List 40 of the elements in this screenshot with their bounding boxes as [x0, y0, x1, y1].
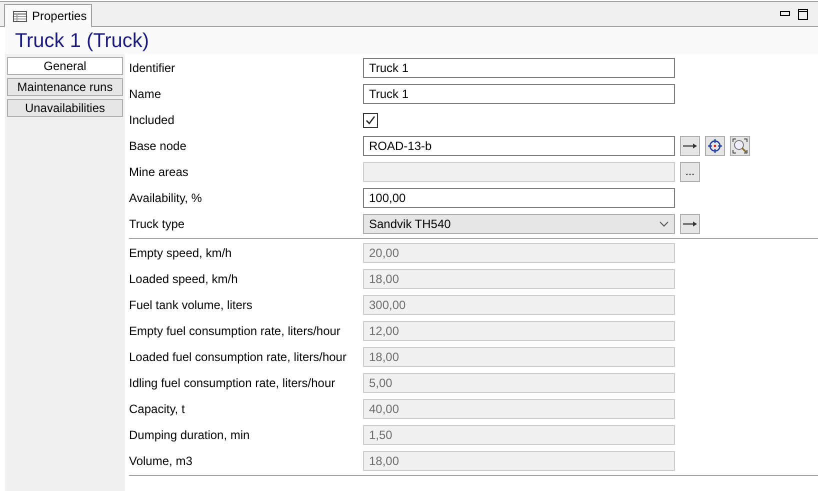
- zoom-extents-button[interactable]: [730, 136, 750, 156]
- minimize-icon[interactable]: [780, 11, 790, 17]
- crosshair-button[interactable]: [705, 136, 725, 156]
- field-label: Volume, m3: [129, 454, 194, 468]
- arrow-right-icon: [683, 143, 697, 149]
- field-label: Capacity, t: [129, 402, 186, 416]
- field-label: Identifier: [129, 61, 176, 75]
- field-label: Included: [129, 113, 176, 127]
- maximize-icon[interactable]: [798, 8, 808, 20]
- section-button[interactable]: Maintenance runs: [7, 78, 123, 96]
- field-label: Fuel tank volume, liters: [129, 298, 254, 312]
- field-label: Name: [129, 87, 162, 101]
- arrow-button[interactable]: [680, 214, 700, 234]
- input-field[interactable]: Truck 1: [363, 84, 675, 104]
- crosshair-icon: [707, 138, 723, 154]
- section-button[interactable]: Unavailabilities: [7, 99, 123, 117]
- field-label: Mine areas: [129, 165, 190, 179]
- section-button[interactable]: General: [7, 57, 123, 75]
- field-label: Loaded fuel consumption rate, liters/hour: [129, 350, 348, 364]
- object-title: Truck 1 (Truck): [15, 30, 150, 52]
- field-label: Empty fuel consumption rate, liters/hour: [129, 324, 342, 338]
- field-label: Availability, %: [129, 191, 203, 205]
- input-field[interactable]: 100,00: [363, 188, 675, 208]
- chevron-down-icon: [659, 221, 669, 227]
- field-label: Idling fuel consumption rate, liters/hour: [129, 376, 336, 390]
- arrow-right-icon: [683, 221, 697, 227]
- dropdown[interactable]: Sandvik TH540: [363, 214, 675, 234]
- field-label: Empty speed, km/h: [129, 246, 233, 260]
- field-label: Dumping duration, min: [129, 428, 251, 442]
- arrow-button[interactable]: [680, 136, 700, 156]
- checkbox[interactable]: [363, 112, 378, 128]
- properties-tab[interactable]: Properties: [4, 4, 92, 27]
- field-label: Base node: [129, 139, 188, 153]
- magnifier-icon: [732, 138, 748, 154]
- field-label: Truck type: [129, 217, 186, 231]
- table-icon: [13, 10, 27, 22]
- input-field[interactable]: Truck 1: [363, 58, 675, 78]
- input-field[interactable]: ROAD-13-b: [363, 136, 675, 156]
- checkmark-icon: [365, 114, 376, 126]
- field-label: Loaded speed, km/h: [129, 272, 239, 286]
